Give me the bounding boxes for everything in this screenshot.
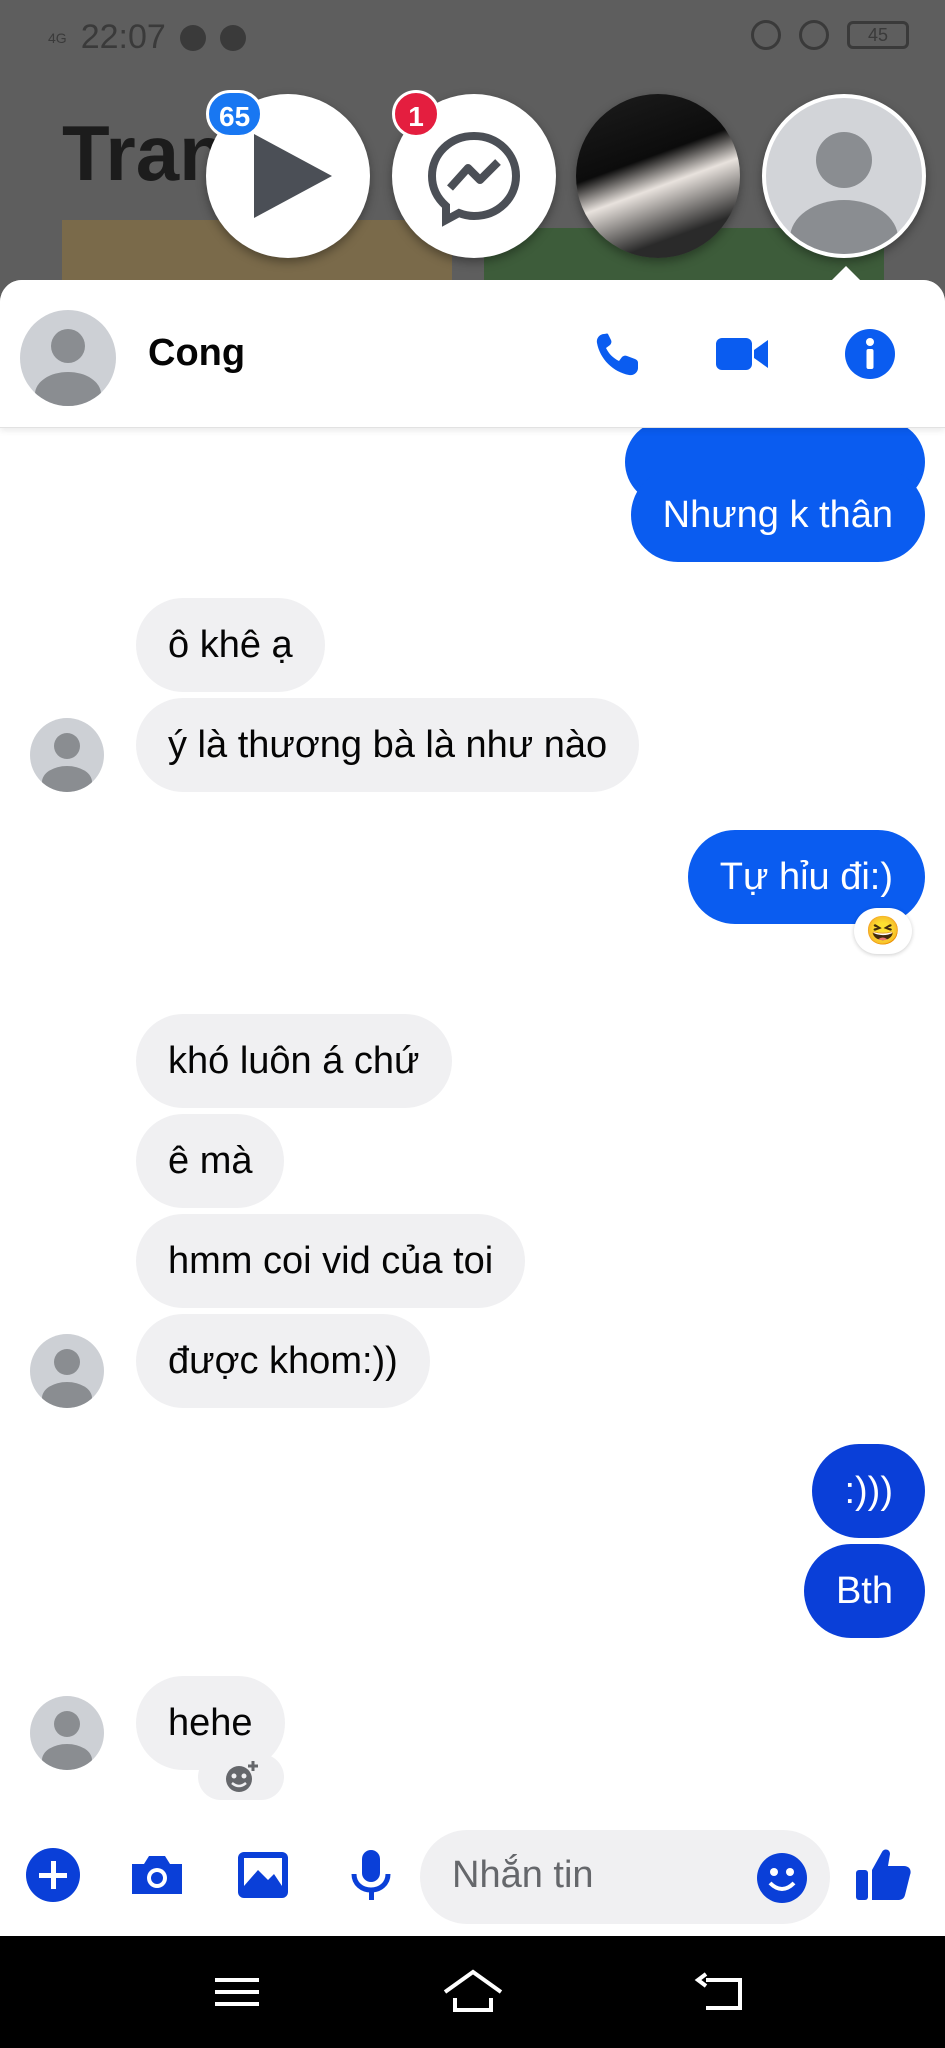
- contact-name[interactable]: Cong: [148, 332, 245, 375]
- messenger-badge: 1: [392, 90, 440, 138]
- avatar[interactable]: [20, 310, 116, 406]
- status-bar: 4G 22:07 45: [0, 0, 945, 72]
- network-indicator: 4G: [48, 29, 67, 46]
- camera-icon[interactable]: [126, 1844, 188, 1906]
- message-bubble[interactable]: :))): [812, 1444, 925, 1538]
- thumbs-up-icon[interactable]: [852, 1844, 914, 1906]
- wifi-icon: [799, 20, 829, 50]
- message-bubble[interactable]: hmm coi vid của toi: [136, 1214, 526, 1308]
- message-input[interactable]: Nhắn tin: [420, 1830, 830, 1924]
- contact-photo-chat-head[interactable]: [576, 94, 740, 258]
- message-bubble[interactable]: Bth: [803, 1544, 925, 1638]
- phone-icon[interactable]: [590, 326, 646, 382]
- image-icon[interactable]: [232, 1844, 294, 1906]
- avatar-icon: [42, 1711, 92, 1770]
- message-bubble[interactable]: khó luôn á chứ: [136, 1014, 452, 1108]
- battery-indicator: 45: [847, 21, 909, 49]
- profile-icon: [790, 132, 898, 254]
- message-list[interactable]: Nhưng k thân ô khê ạ ý là thương bà là n…: [0, 280, 945, 1800]
- message-input-placeholder: Nhắn tin: [452, 1854, 594, 1896]
- plus-icon[interactable]: [22, 1844, 84, 1906]
- chat-panel: Nhưng k thân ô khê ạ ý là thương bà là n…: [0, 280, 945, 1936]
- avatar-icon: [42, 733, 92, 792]
- video-badge: 65: [206, 90, 264, 138]
- message-bubble[interactable]: ê mà: [136, 1114, 285, 1208]
- avatar-icon: [42, 1349, 92, 1408]
- profile-chat-head[interactable]: [762, 94, 926, 258]
- message-bubble[interactable]: ô khê ạ: [136, 598, 325, 692]
- navigation-bar: [0, 1936, 945, 2048]
- avatar[interactable]: [30, 718, 104, 792]
- message-bubble[interactable]: Nhưng k thân: [630, 468, 925, 562]
- add-reaction-icon: [226, 1761, 258, 1792]
- reaction-badge[interactable]: 😆: [854, 908, 912, 954]
- avatar[interactable]: [30, 1696, 104, 1770]
- chat-header: Cong: [0, 280, 945, 428]
- back-icon[interactable]: [690, 1960, 754, 2024]
- video-call-icon[interactable]: [714, 326, 770, 382]
- composer: Nhắn tin: [0, 1816, 945, 1936]
- mute-icon: [751, 20, 781, 50]
- avatar[interactable]: [30, 1334, 104, 1408]
- status-time: 22:07: [80, 18, 166, 56]
- menu-icon[interactable]: [205, 1960, 269, 2024]
- info-icon[interactable]: [842, 326, 898, 382]
- messenger-notification-icon: [219, 24, 246, 51]
- message-bubble[interactable]: ý là thương bà là như nào: [136, 698, 640, 792]
- avatar-icon: [35, 329, 101, 406]
- message-bubble[interactable]: được khom:)): [136, 1314, 430, 1408]
- home-icon[interactable]: [441, 1960, 505, 2024]
- notification-icon: [179, 24, 206, 51]
- microphone-icon[interactable]: [340, 1844, 402, 1906]
- add-reaction-button[interactable]: [198, 1754, 284, 1800]
- emoji-icon[interactable]: [754, 1850, 810, 1906]
